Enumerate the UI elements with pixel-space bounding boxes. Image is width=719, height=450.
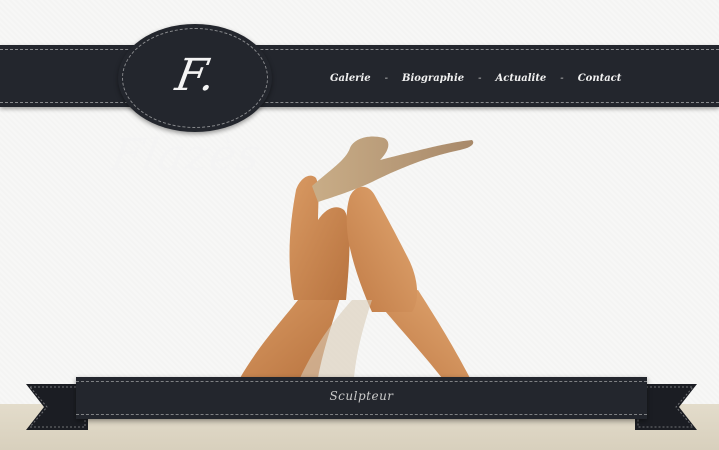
footer-tagline: Sculpteur [329,389,394,403]
nav-separator: - [478,72,482,84]
site-logo[interactable]: F. Flazès [107,36,273,181]
nav-item-actualite[interactable]: Actualite [496,73,547,84]
main-navigation: Galerie - Biographie - Actualite - Conta… [330,68,621,88]
nav-separator: - [384,72,389,84]
nav-item-contact[interactable]: Contact [578,73,622,84]
nav-separator: - [560,72,564,84]
nav-item-biographie[interactable]: Biographie [402,73,464,84]
nav-item-galerie[interactable]: Galerie [330,73,371,84]
